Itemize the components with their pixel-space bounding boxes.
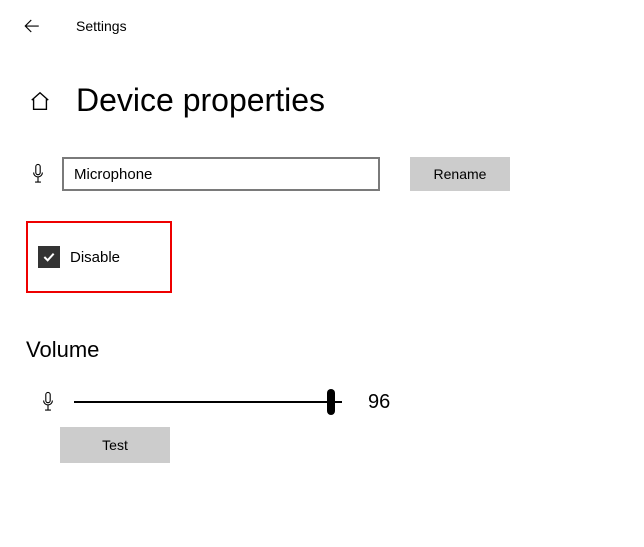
test-button[interactable]: Test: [60, 427, 170, 463]
rename-button[interactable]: Rename: [410, 157, 510, 191]
home-icon: [29, 90, 51, 112]
home-button[interactable]: [26, 87, 54, 115]
slider-thumb[interactable]: [327, 389, 335, 415]
arrow-left-icon: [23, 17, 41, 35]
checkmark-icon: [41, 249, 57, 265]
device-name-input[interactable]: [62, 157, 380, 191]
volume-slider[interactable]: [74, 387, 342, 417]
volume-value: 96: [368, 391, 390, 414]
volume-microphone-icon: [36, 390, 60, 414]
slider-track: [74, 401, 342, 403]
page-title: Device properties: [76, 82, 325, 119]
back-button[interactable]: [20, 14, 44, 38]
disable-label: Disable: [70, 249, 120, 266]
app-title: Settings: [76, 18, 127, 34]
microphone-icon: [26, 162, 50, 186]
disable-checkbox[interactable]: [38, 246, 60, 268]
disable-highlight-box: Disable: [26, 221, 172, 293]
volume-section-title: Volume: [26, 337, 618, 363]
